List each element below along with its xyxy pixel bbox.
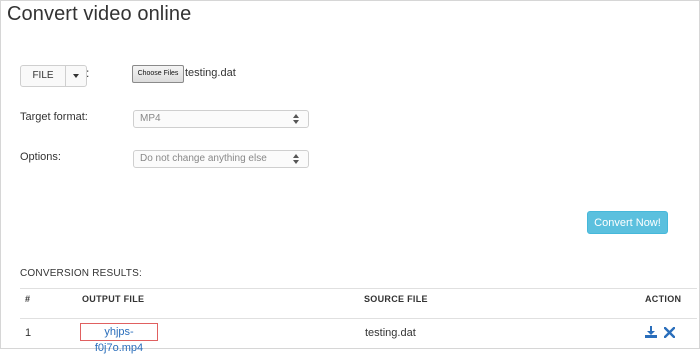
delete-icon[interactable]: [663, 326, 675, 338]
file-source-button[interactable]: FILE: [21, 66, 66, 86]
choose-files-button[interactable]: Choose Files: [132, 65, 184, 83]
target-format-label: Target format:: [20, 111, 88, 123]
row-index: 1: [25, 327, 32, 339]
file-source-split-button[interactable]: FILE: [20, 65, 87, 87]
table-header-top-border: [20, 288, 697, 289]
options-label: Options:: [20, 151, 61, 163]
download-icon[interactable]: [645, 326, 657, 338]
output-file-link[interactable]: yhjps-f0j7o.mp4: [80, 323, 158, 354]
source-file-name: testing.dat: [365, 327, 416, 339]
target-format-value: MP4: [140, 113, 161, 124]
column-header-index: #: [25, 294, 31, 304]
file-colon: :: [86, 66, 90, 80]
selected-file-name: testing.dat: [185, 67, 236, 79]
options-value: Do not change anything else: [140, 153, 267, 164]
results-title: CONVERSION RESULTS:: [20, 268, 142, 279]
select-arrows-icon: [293, 114, 299, 124]
page-title: Convert video online: [7, 3, 192, 25]
select-arrows-icon: [293, 154, 299, 164]
column-header-source-file: SOURCE FILE: [364, 294, 428, 304]
column-header-output-file: OUTPUT FILE: [82, 294, 145, 304]
target-format-select[interactable]: MP4: [133, 110, 309, 128]
convert-now-button[interactable]: Convert Now!: [587, 211, 668, 234]
options-select[interactable]: Do not change anything else: [133, 150, 309, 168]
chevron-down-icon[interactable]: [66, 66, 86, 86]
column-header-action: ACTION: [645, 294, 682, 304]
table-header-bottom-border: [20, 318, 697, 319]
row-actions: [645, 326, 675, 338]
